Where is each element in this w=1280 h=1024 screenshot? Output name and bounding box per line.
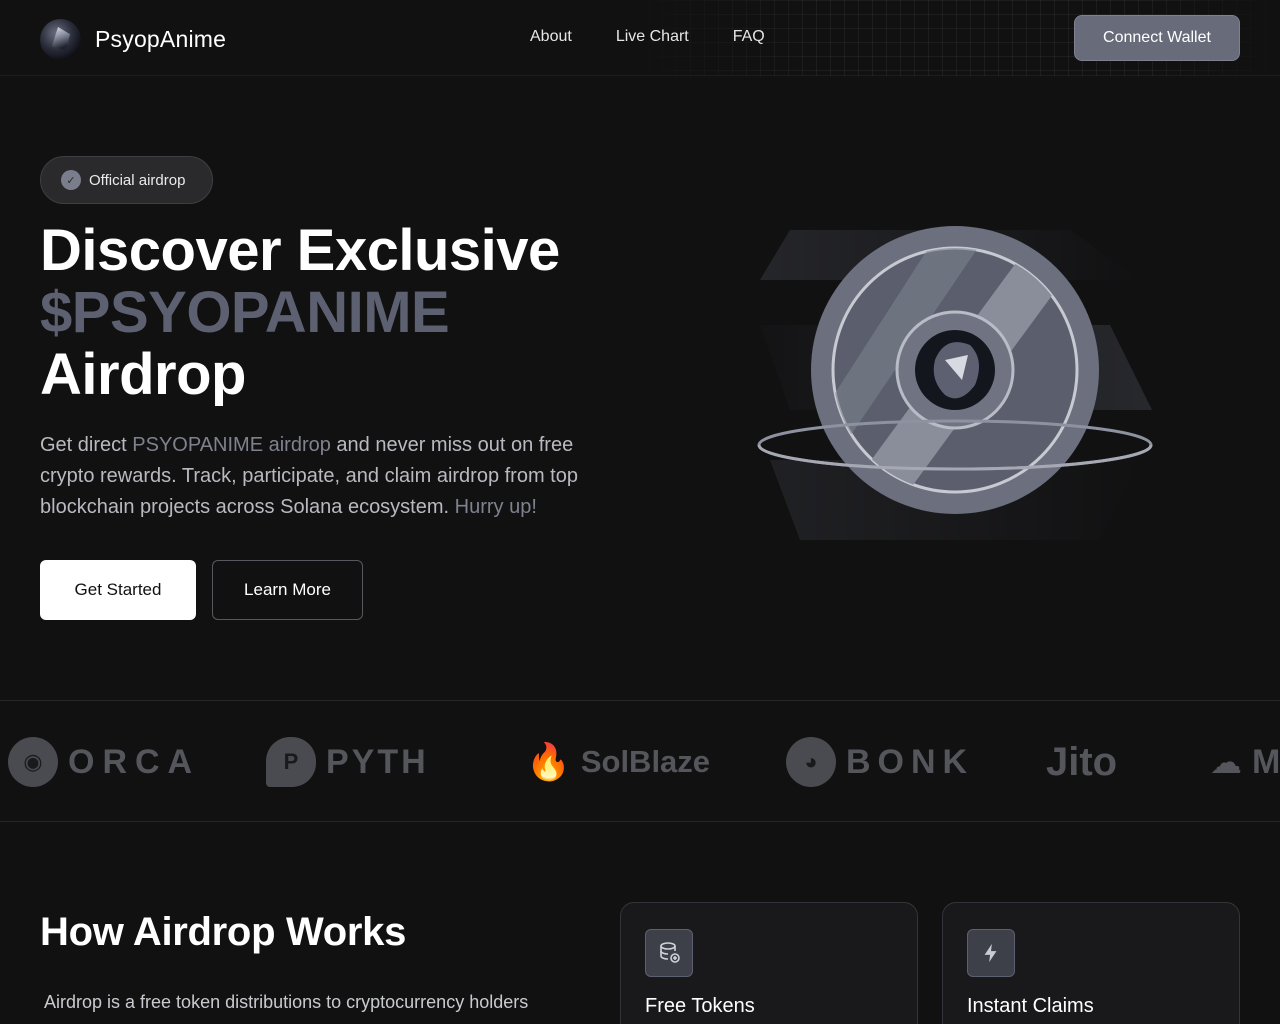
partner-orca-label: ORCA <box>68 742 201 781</box>
card-title-free-tokens: Free Tokens <box>645 995 755 1017</box>
hero-title: Discover Exclusive $PSYOPANIME Airdrop <box>40 220 560 406</box>
partner-next-label: M <box>1252 742 1280 781</box>
feature-card-instant-claims: Instant Claims <box>942 902 1240 1024</box>
bonk-dog-icon: ◕ <box>786 737 836 787</box>
flame-icon: 🔥 <box>526 741 571 782</box>
partners-strip: ◉ ORCA P PYTH 🔥 SolBlaze ◕ BONK Jito ☁ M <box>0 700 1280 822</box>
how-it-works-title: How Airdrop Works <box>40 910 407 954</box>
database-icon <box>645 929 693 977</box>
hero-title-line3: Airdrop <box>40 342 246 407</box>
brand-avatar-icon <box>40 19 81 60</box>
card-title-instant-claims: Instant Claims <box>967 995 1094 1017</box>
hero-description: Get direct PSYOPANIME airdrop and never … <box>40 430 600 523</box>
badge-label: Official airdrop <box>89 171 186 189</box>
nav-link-about[interactable]: About <box>530 28 572 46</box>
hero-desc-hurry: Hurry up! <box>454 496 537 518</box>
lightning-icon <box>967 929 1015 977</box>
partner-jito: Jito <box>1046 736 1117 788</box>
hero-title-token: $PSYOPANIME <box>40 280 450 345</box>
hero-title-line1: Discover Exclusive <box>40 218 560 283</box>
hero-desc-highlight: PSYOPANIME airdrop <box>132 434 331 456</box>
partner-next: ☁ M <box>1210 736 1280 788</box>
partner-solblaze-label: SolBlaze <box>580 744 711 779</box>
verified-check-icon: ✓ <box>61 170 81 190</box>
hero-desc-part1: Get direct <box>40 434 133 456</box>
top-navbar: PsyopAnime About Live Chart FAQ Connect … <box>0 0 1280 76</box>
how-it-works-description: Airdrop is a free token distributions to… <box>44 992 529 1012</box>
nav-link-faq[interactable]: FAQ <box>733 28 765 46</box>
partner-pyth-label: PYTH <box>326 742 429 781</box>
learn-more-button[interactable]: Learn More <box>212 560 363 620</box>
partner-solblaze: 🔥 SolBlaze <box>526 736 710 788</box>
partner-orca: ◉ ORCA <box>8 736 200 788</box>
nav-links: About Live Chart FAQ <box>530 28 765 46</box>
feature-card-free-tokens: Free Tokens <box>620 902 918 1024</box>
brand-name: PsyopAnime <box>95 26 227 52</box>
partner-pyth: P PYTH <box>266 736 429 788</box>
orca-logo-icon: ◉ <box>8 737 58 787</box>
official-airdrop-badge: ✓ Official airdrop <box>40 156 213 204</box>
get-started-button[interactable]: Get Started <box>40 560 196 620</box>
partner-bonk-label: BONK <box>846 742 975 781</box>
brand-logo[interactable]: PsyopAnime <box>40 19 226 60</box>
chef-hat-icon: ☁ <box>1210 744 1242 780</box>
partner-jito-label: Jito <box>1046 739 1118 784</box>
connect-wallet-button[interactable]: Connect Wallet <box>1074 15 1240 61</box>
nav-link-live-chart[interactable]: Live Chart <box>616 28 689 46</box>
partner-bonk: ◕ BONK <box>786 736 974 788</box>
token-coin-illustration <box>757 226 1153 540</box>
pyth-logo-icon: P <box>266 737 316 787</box>
